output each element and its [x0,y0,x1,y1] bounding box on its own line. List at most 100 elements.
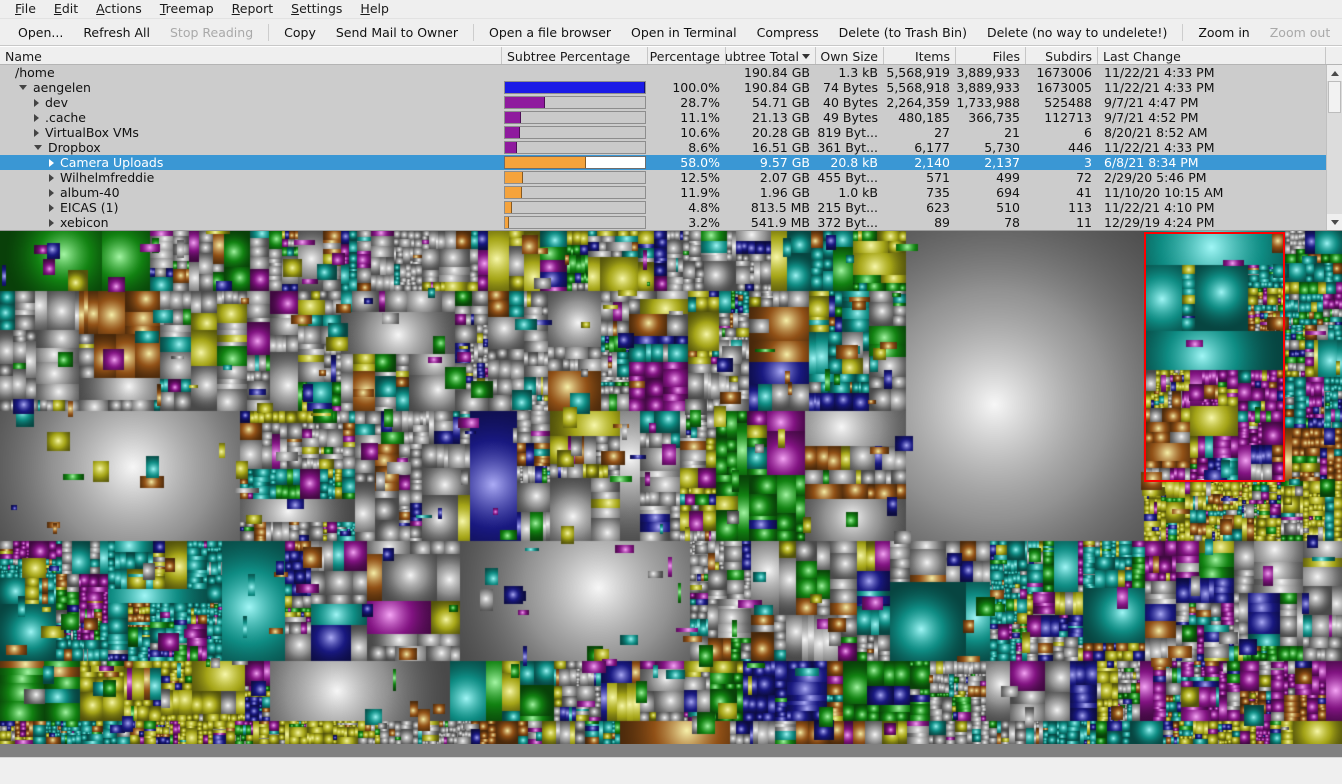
tree-row-name-cell[interactable]: Dropbox [0,140,502,155]
tree-row-subtree-tot-cell: 9.57 GB [726,155,816,170]
menu-treemap[interactable]: Treemap [151,0,223,18]
expand-collapse-closed-icon[interactable] [34,114,39,122]
toolbar-delete-no-way-to-undelete-button[interactable]: Delete (no way to undelete!) [977,22,1177,43]
tree-row-percentage-cell: 11.9% [648,185,726,200]
expand-collapse-closed-icon[interactable] [49,204,54,212]
tree-row-items-cell: 2,264,359 [884,95,956,110]
tree-row-name-cell[interactable]: Camera Uploads [0,155,502,170]
tree-row[interactable]: Wilhelmfreddie12.5%2.07 GB455 Byt...5714… [0,170,1342,185]
menu-file[interactable]: File [6,0,45,18]
tree-row-name-cell[interactable]: album-40 [0,185,502,200]
column-header-own_size[interactable]: Own Size [816,47,884,64]
tree-row[interactable]: dev28.7%54.71 GB40 Bytes2,264,3591,733,9… [0,95,1342,110]
column-header-files[interactable]: Files [956,47,1026,64]
tree-row[interactable]: /home190.84 GB1.3 kB5,568,9193,889,93316… [0,65,1342,80]
column-header-subtree_tot[interactable]: Subtree Total [726,47,816,64]
expand-collapse-closed-icon[interactable] [34,99,39,107]
subtree-percentage-bar-cell [502,215,648,230]
toolbar-send-mail-to-owner-button[interactable]: Send Mail to Owner [326,22,468,43]
tree-row-name-cell[interactable]: xebicon [0,215,502,230]
tree-row[interactable]: VirtualBox VMs10.6%20.28 GB819 Byt...272… [0,125,1342,140]
subtree-percentage-bar-cell [502,200,648,215]
tree-row-last-change-cell: 2/29/20 5:46 PM [1098,170,1326,185]
percentage-bar-track [504,126,646,139]
column-header-subdirs[interactable]: Subdirs [1026,47,1098,64]
toolbar-copy-button[interactable]: Copy [274,22,326,43]
scrollbar-thumb[interactable] [1328,81,1341,113]
tree-row[interactable]: aengelen100.0%190.84 GB74 Bytes5,568,918… [0,80,1342,95]
expand-collapse-open-icon[interactable] [19,85,27,90]
tree-row-name-cell[interactable]: .cache [0,110,502,125]
column-header-items[interactable]: Items [884,47,956,64]
tree-row-name-cell[interactable]: Wilhelmfreddie [0,170,502,185]
tree-row-name-cell[interactable]: EICAS (1) [0,200,502,215]
tree-row[interactable]: .cache11.1%21.13 GB49 Bytes480,185366,73… [0,110,1342,125]
tree-row[interactable]: xebicon3.2%541.9 MB372 Byt...89781112/29… [0,215,1342,230]
scroll-down-arrow-icon[interactable] [1327,214,1342,230]
tree-row[interactable]: Camera Uploads58.0%9.57 GB20.8 kB2,1402,… [0,155,1342,170]
toolbar-open-in-terminal-button[interactable]: Open in Terminal [621,22,747,43]
toolbar-separator [1182,24,1183,41]
column-header-last_change[interactable]: Last Change [1098,47,1326,64]
tree-row-items-cell: 2,140 [884,155,956,170]
menu-actions[interactable]: Actions [87,0,151,18]
tree-row-subtree-tot-cell: 813.5 MB [726,200,816,215]
tree-row-subtree-tot-cell: 190.84 GB [726,65,816,80]
menu-report[interactable]: Report [223,0,282,18]
qdirstat-window: FileEditActionsTreemapReportSettingsHelp… [0,0,1342,784]
tree-row-name-cell[interactable]: VirtualBox VMs [0,125,502,140]
treemap-canvas[interactable] [0,231,1342,744]
tree-row-label: album-40 [60,185,120,200]
column-header-subtree_pct[interactable]: Subtree Percentage [502,47,648,64]
column-header-name[interactable]: Name [0,47,502,64]
tree-row-files-cell: 78 [956,215,1026,230]
expand-collapse-closed-icon[interactable] [49,174,54,182]
tree-rows[interactable]: /home190.84 GB1.3 kB5,568,9193,889,93316… [0,65,1342,230]
directory-tree-view[interactable]: NameSubtree PercentagePercentageSubtree … [0,46,1342,231]
tree-row-files-cell: 5,730 [956,140,1026,155]
column-header-label: Files [993,48,1020,65]
tree-row-percentage-cell: 8.6% [648,140,726,155]
expand-collapse-closed-icon[interactable] [49,159,54,167]
expand-collapse-closed-icon[interactable] [49,219,54,227]
tree-row-name-cell[interactable]: /home [0,65,502,80]
tree-row[interactable]: album-4011.9%1.96 GB1.0 kB7356944111/10/… [0,185,1342,200]
menu-edit[interactable]: Edit [45,0,87,18]
subtree-percentage-bar-cell [502,95,648,110]
expand-collapse-closed-icon[interactable] [49,189,54,197]
tree-row[interactable]: EICAS (1)4.8%813.5 MB215 Byt...623510113… [0,200,1342,215]
toolbar-compress-button[interactable]: Compress [747,22,829,43]
column-header-percentage[interactable]: Percentage [648,47,726,64]
tree-vertical-scrollbar[interactable] [1326,65,1342,230]
tree-row-items-cell: 89 [884,215,956,230]
menu-help[interactable]: Help [351,0,398,18]
toolbar-delete-to-trash-bin-button[interactable]: Delete (to Trash Bin) [829,22,977,43]
toolbar-zoom-in-button[interactable]: Zoom in [1188,22,1259,43]
percentage-bar-fill [505,97,545,108]
tree-row-name-cell[interactable]: dev [0,95,502,110]
subtree-percentage-bar-cell [502,110,648,125]
tree-row-items-cell: 6,177 [884,140,956,155]
scrollbar-track[interactable] [1327,81,1342,214]
tree-row-subtree-tot-cell: 190.84 GB [726,80,816,95]
expand-collapse-open-icon[interactable] [34,145,42,150]
expand-collapse-closed-icon[interactable] [34,129,39,137]
menu-settings[interactable]: Settings [282,0,351,18]
treemap-view[interactable] [0,231,1342,757]
toolbar-open-a-file-browser-button[interactable]: Open a file browser [479,22,621,43]
scroll-up-arrow-icon[interactable] [1327,65,1342,81]
tree-row-name-cell[interactable]: aengelen [0,80,502,95]
tree-row-files-cell: 3,889,933 [956,65,1026,80]
tree-row-label: xebicon [60,215,109,230]
tree-row[interactable]: Dropbox8.6%16.51 GB361 Byt...6,1775,7304… [0,140,1342,155]
toolbar-open-button[interactable]: Open... [8,22,73,43]
column-header-label: Items [915,48,950,65]
tree-row-subtree-tot-cell: 16.51 GB [726,140,816,155]
toolbar-refresh-all-button[interactable]: Refresh All [73,22,160,43]
tree-row-subtree-tot-cell: 20.28 GB [726,125,816,140]
percentage-bar-fill [505,172,523,183]
sort-descending-icon [802,54,810,59]
tree-row-percentage-cell [648,65,726,80]
tree-row-label: Dropbox [48,140,101,155]
tree-row-last-change-cell: 11/10/20 10:15 AM [1098,185,1326,200]
